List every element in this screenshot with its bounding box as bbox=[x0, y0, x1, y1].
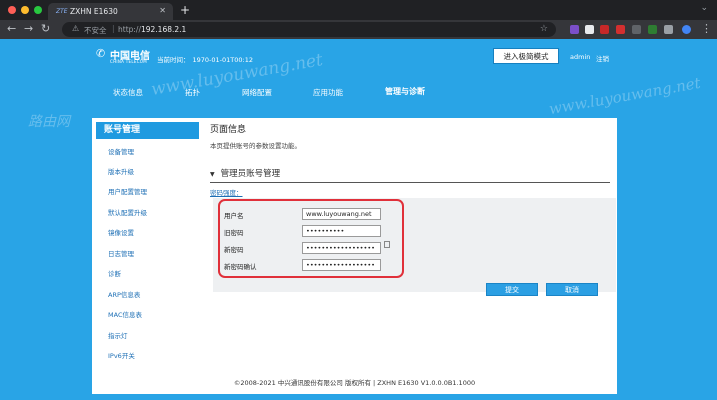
sidebar-item-user-config[interactable]: 用户配置管理 bbox=[108, 186, 147, 196]
security-label: 不安全 bbox=[84, 26, 107, 35]
nav-applications[interactable]: 应用功能 bbox=[313, 87, 343, 98]
sidebar-title: 账号管理 bbox=[96, 122, 199, 139]
logo-en-text: CHINA TELECOM bbox=[110, 59, 147, 64]
section-header[interactable]: ▼ 管理员账号管理 bbox=[210, 167, 280, 179]
logout-link[interactable]: 注销 bbox=[596, 53, 609, 63]
username-label: admin bbox=[570, 53, 591, 61]
tab-title: ZXHN E1630 bbox=[70, 7, 118, 16]
sidebar-item-mirror-settings[interactable]: 镜像设置 bbox=[108, 227, 134, 237]
sidebar-item-mac-table[interactable]: MAC信息表 bbox=[108, 309, 142, 319]
sidebar: 账号管理 设备管理 版本升级 用户配置管理 默认配置升级 镜像设置 日志管理 诊… bbox=[92, 118, 203, 369]
forward-icon[interactable]: → bbox=[24, 22, 33, 35]
section-title: 管理员账号管理 bbox=[220, 169, 281, 179]
warning-icon[interactable]: ⚠ bbox=[72, 24, 79, 33]
close-tab-icon[interactable]: ✕ bbox=[159, 6, 166, 15]
sidebar-item-log-management[interactable]: 日志管理 bbox=[108, 248, 134, 258]
page-info-description: 本页提供账号的参数设置功能。 bbox=[210, 142, 301, 150]
maximize-window-button[interactable] bbox=[34, 6, 42, 14]
tab-search-icon[interactable]: ⌄ bbox=[700, 3, 708, 13]
password-strength-link[interactable]: 密码强度： bbox=[210, 187, 243, 197]
telecom-logo-icon: ✆ bbox=[96, 47, 106, 60]
url-host: 192.168.2.1 bbox=[140, 25, 187, 34]
extension-icon[interactable] bbox=[600, 25, 609, 34]
sidebar-item-firmware-upgrade[interactable]: 版本升级 bbox=[108, 166, 134, 176]
current-time: 当前时间： 1970-01-01T00:12 bbox=[157, 54, 256, 64]
extension-icon[interactable] bbox=[664, 25, 673, 34]
extension-icon[interactable] bbox=[648, 25, 657, 34]
back-icon[interactable]: ← bbox=[7, 22, 16, 35]
collapse-triangle-icon[interactable]: ▼ bbox=[210, 171, 215, 178]
close-window-button[interactable] bbox=[8, 6, 16, 14]
current-time-label: 当前时间： bbox=[157, 56, 190, 64]
new-tab-icon[interactable]: + bbox=[180, 3, 190, 17]
browser-tab[interactable]: ZTE ZXHN E1630 ✕ bbox=[48, 3, 173, 20]
profile-avatar[interactable] bbox=[682, 25, 691, 34]
address-separator: | bbox=[112, 24, 115, 33]
sidebar-item-indicator-light[interactable]: 指示灯 bbox=[108, 330, 128, 340]
highlight-annotation bbox=[218, 199, 404, 278]
url-protocol: http:// bbox=[118, 25, 141, 34]
browser-tab-bar: ZTE ZXHN E1630 ✕ + ⌄ bbox=[0, 0, 717, 20]
zte-favicon-icon: ZTE bbox=[56, 8, 68, 15]
simple-mode-button[interactable]: 进入极简模式 bbox=[493, 48, 559, 64]
sidebar-item-default-config[interactable]: 默认配置升级 bbox=[108, 207, 147, 217]
nav-status-info[interactable]: 状态信息 bbox=[113, 87, 143, 98]
url-text: http://192.168.2.1 bbox=[118, 25, 186, 34]
router-page: ✆ 中国电信 CHINA TELECOM 当前时间： 1970-01-01T00:… bbox=[0, 39, 717, 400]
extension-icon[interactable] bbox=[616, 25, 625, 34]
watermark-url: www.luyouwang.net bbox=[547, 73, 702, 119]
reload-icon[interactable]: ↻ bbox=[41, 22, 50, 35]
section-divider bbox=[210, 182, 610, 183]
extension-icon[interactable] bbox=[570, 25, 579, 34]
sidebar-item-diagnostics[interactable]: 诊断 bbox=[108, 268, 121, 278]
sidebar-item-ipv6-switch[interactable]: IPv6开关 bbox=[108, 350, 135, 360]
browser-toolbar: ← → ↻ ⚠ 不安全 | http://192.168.2.1 ☆ ⋮ bbox=[0, 20, 717, 39]
watermark-brand: 路由网 bbox=[28, 114, 70, 130]
address-bar[interactable]: ⚠ 不安全 | http://192.168.2.1 ☆ bbox=[62, 22, 556, 37]
sidebar-item-device-management[interactable]: 设备管理 bbox=[108, 146, 134, 156]
extension-icon[interactable] bbox=[585, 25, 594, 34]
extension-icon[interactable] bbox=[632, 25, 641, 34]
nav-network-config[interactable]: 网络配置 bbox=[242, 87, 272, 98]
sidebar-item-arp-table[interactable]: ARP信息表 bbox=[108, 289, 140, 299]
page-info-title: 页面信息 bbox=[210, 125, 247, 135]
bookmark-star-icon[interactable]: ☆ bbox=[540, 24, 548, 34]
cancel-button[interactable]: 取消 bbox=[546, 283, 598, 296]
nav-management-diagnostics[interactable]: 管理与诊断 bbox=[385, 86, 425, 97]
submit-button[interactable]: 提交 bbox=[486, 283, 538, 296]
browser-menu-icon[interactable]: ⋮ bbox=[701, 22, 712, 35]
minimize-window-button[interactable] bbox=[21, 6, 29, 14]
footer-copyright: ©2008-2021 中兴通讯股份有限公司 版权所有 | ZXHN E1630 … bbox=[92, 369, 617, 394]
